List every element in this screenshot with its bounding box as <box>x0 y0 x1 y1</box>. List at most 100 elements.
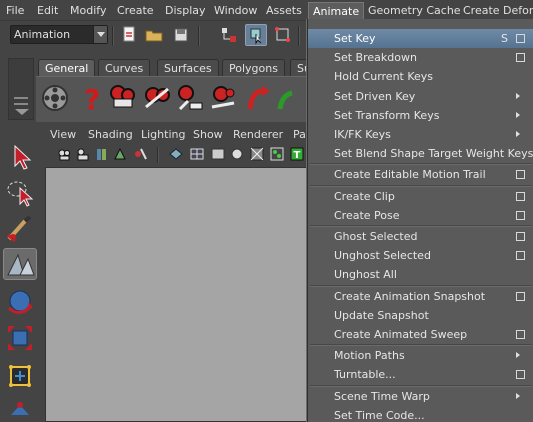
animation-icon-4[interactable] <box>208 81 238 115</box>
save-scene-icon[interactable] <box>170 24 192 46</box>
menu-item-set-driven-key[interactable]: Set Driven Key <box>308 87 533 106</box>
camera-icon[interactable] <box>57 147 71 161</box>
divider <box>198 26 200 46</box>
option-box-icon[interactable] <box>516 53 525 63</box>
menu-item-set-breakdown[interactable]: Set Breakdown <box>308 48 533 67</box>
menu-window[interactable]: Window <box>210 2 261 19</box>
wireframe-icon[interactable] <box>190 147 204 161</box>
textured-icon[interactable] <box>230 147 244 161</box>
camera-attributes-icon[interactable] <box>76 147 90 161</box>
lights-icon[interactable] <box>250 147 264 161</box>
divider <box>112 26 114 46</box>
soft-modification-icon[interactable] <box>3 395 37 422</box>
panel-menu-view[interactable]: View <box>50 128 76 141</box>
help-icon[interactable]: ? <box>78 81 108 116</box>
select-hierarchy-icon[interactable] <box>218 24 240 46</box>
animation-icon-2[interactable] <box>142 81 172 115</box>
menu-item-create-pose[interactable]: Create Pose <box>308 206 533 225</box>
menu-item-unghost-all[interactable]: Unghost All <box>308 265 533 284</box>
menu-item-set-blend-shape-target-weight-keys[interactable]: Set Blend Shape Target Weight Keys <box>308 144 533 163</box>
panel-menu-lighting[interactable]: Lighting <box>141 128 185 141</box>
menu-create[interactable]: Create <box>113 2 158 19</box>
animation-icon-1[interactable] <box>108 81 138 115</box>
shadows-icon[interactable] <box>270 147 284 161</box>
panel-menu-bar: View Shading Lighting Show Renderer Pa <box>45 127 342 145</box>
shelf-tab-curves[interactable]: Curves <box>98 59 151 77</box>
menu-file[interactable]: File <box>2 2 28 19</box>
option-box-icon[interactable] <box>516 370 525 380</box>
2d-pan-zoom-icon[interactable] <box>133 147 147 161</box>
curve-arrow-icon[interactable] <box>244 81 274 115</box>
menu-create-deformers[interactable]: Create Deform <box>459 2 533 19</box>
menu-item-create-editable-motion-trail[interactable]: Create Editable Motion Trail <box>308 165 533 184</box>
menu-item-set-time-code[interactable]: Set Time Code... <box>308 406 533 422</box>
panel-menu-renderer[interactable]: Renderer <box>233 128 283 141</box>
menu-item-turntable[interactable]: Turntable... <box>308 365 533 384</box>
menu-animate[interactable]: Animate <box>308 2 365 19</box>
chevron-down-icon[interactable] <box>93 26 107 43</box>
green-arrow-icon[interactable] <box>276 81 306 115</box>
scale-tool-icon[interactable] <box>3 322 37 354</box>
option-box-icon[interactable] <box>516 210 525 220</box>
menu-item-label: Set Breakdown <box>334 51 417 65</box>
menu-item-label: Ghost Selected <box>334 230 418 243</box>
menu-item-update-snapshot[interactable]: Update Snapshot <box>308 306 533 325</box>
select-tool-icon[interactable] <box>3 141 37 173</box>
menu-item-ik-fk-keys[interactable]: IK/FK Keys <box>308 125 533 144</box>
option-box-icon[interactable] <box>516 191 525 201</box>
panel-menu-show[interactable]: Show <box>193 128 223 141</box>
menu-item-set-key[interactable]: Set Key S <box>308 29 533 48</box>
select-component-icon[interactable] <box>272 24 294 46</box>
move-tool-icon[interactable] <box>3 248 37 280</box>
open-scene-icon[interactable] <box>143 24 165 46</box>
tool-box <box>0 131 40 422</box>
menu-edit[interactable]: Edit <box>33 2 62 19</box>
option-box-icon[interactable] <box>516 170 525 180</box>
universal-manipulator-icon[interactable] <box>3 359 37 391</box>
menu-item-motion-paths[interactable]: Motion Paths <box>308 346 533 365</box>
menu-item-label: Set Time Code... <box>334 408 425 422</box>
menu-item-hold-current-keys[interactable]: Hold Current Keys <box>308 67 533 86</box>
menu-item-create-animation-snapshot[interactable]: Create Animation Snapshot <box>308 287 533 306</box>
menu-item-ghost-selected[interactable]: Ghost Selected <box>308 227 533 246</box>
menu-item-set-transform-keys[interactable]: Set Transform Keys <box>308 106 533 125</box>
shelf-tab-general[interactable]: General <box>38 59 96 77</box>
smooth-shade-icon[interactable] <box>211 147 225 161</box>
rotate-tool-icon[interactable] <box>3 286 37 318</box>
3d-viewport[interactable] <box>45 167 345 422</box>
image-plane-icon[interactable] <box>113 147 127 161</box>
menu-item-label: Scene Time Warp <box>334 389 430 403</box>
option-box-icon[interactable] <box>516 34 525 43</box>
divider <box>157 147 159 163</box>
grid-icon[interactable] <box>169 147 183 161</box>
new-scene-icon[interactable] <box>118 24 140 46</box>
menu-item-label: IK/FK Keys <box>334 128 391 141</box>
shelf-menu-button[interactable] <box>8 58 34 120</box>
menu-item-create-animated-sweep[interactable]: Create Animated Sweep <box>308 325 533 344</box>
animate-menu-dropdown: Set Key S Set Breakdown Hold Current Keys Se… <box>307 19 533 422</box>
paint-select-tool-icon[interactable] <box>3 213 37 245</box>
menu-item-scene-time-warp[interactable]: Scene Time Warp <box>308 387 533 406</box>
submenu-arrow-icon <box>516 111 520 118</box>
animation-icon-3[interactable] <box>176 81 206 115</box>
menu-geometry-cache[interactable]: Geometry Cache <box>364 2 465 19</box>
panel-menu-shading[interactable]: Shading <box>88 128 133 141</box>
panel-menu-panels[interactable]: Pa <box>293 128 306 141</box>
option-box-icon[interactable] <box>516 251 525 261</box>
bookmark-icon[interactable] <box>95 147 109 161</box>
camera-reel-icon[interactable] <box>40 81 70 115</box>
menu-modify[interactable]: Modify <box>66 2 110 19</box>
text-icon[interactable]: T <box>290 147 304 161</box>
menu-item-unghost-selected[interactable]: Unghost Selected <box>308 246 533 265</box>
menu-set-dropdown[interactable]: Animation <box>10 25 108 44</box>
option-box-icon[interactable] <box>516 291 525 301</box>
menu-item-create-clip[interactable]: Create Clip <box>308 187 533 206</box>
select-object-icon[interactable] <box>245 24 267 46</box>
menu-assets[interactable]: Assets <box>262 2 306 19</box>
lasso-tool-icon[interactable] <box>3 176 37 208</box>
shelf-tab-surfaces[interactable]: Surfaces <box>157 59 219 77</box>
option-box-icon[interactable] <box>516 232 525 241</box>
shelf-tab-polygons[interactable]: Polygons <box>222 59 285 77</box>
menu-display[interactable]: Display <box>161 2 210 19</box>
option-box-icon[interactable] <box>516 330 525 339</box>
